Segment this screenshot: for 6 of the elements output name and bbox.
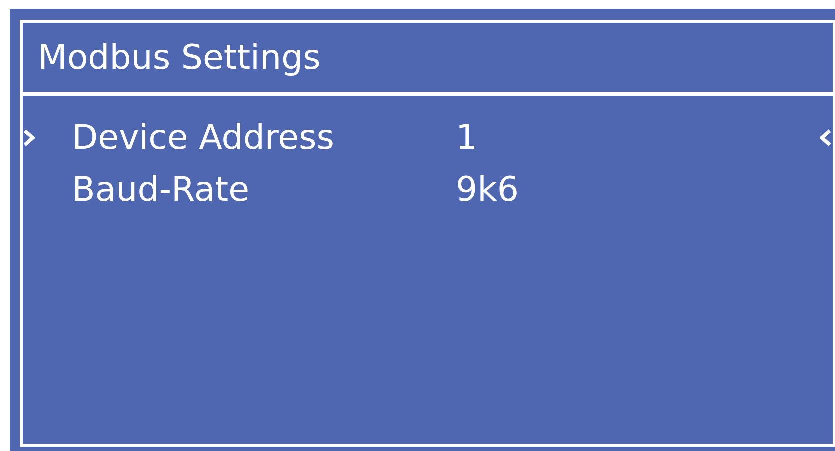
setting-label[interactable]: Baud-Rate	[72, 170, 456, 210]
setting-value: 1	[456, 118, 479, 158]
left-chevron-icon	[820, 129, 832, 147]
setting-label[interactable]: Device Address	[72, 118, 456, 158]
setting-value: 9k6	[456, 170, 520, 210]
screen-title: Modbus Settings	[38, 38, 321, 78]
